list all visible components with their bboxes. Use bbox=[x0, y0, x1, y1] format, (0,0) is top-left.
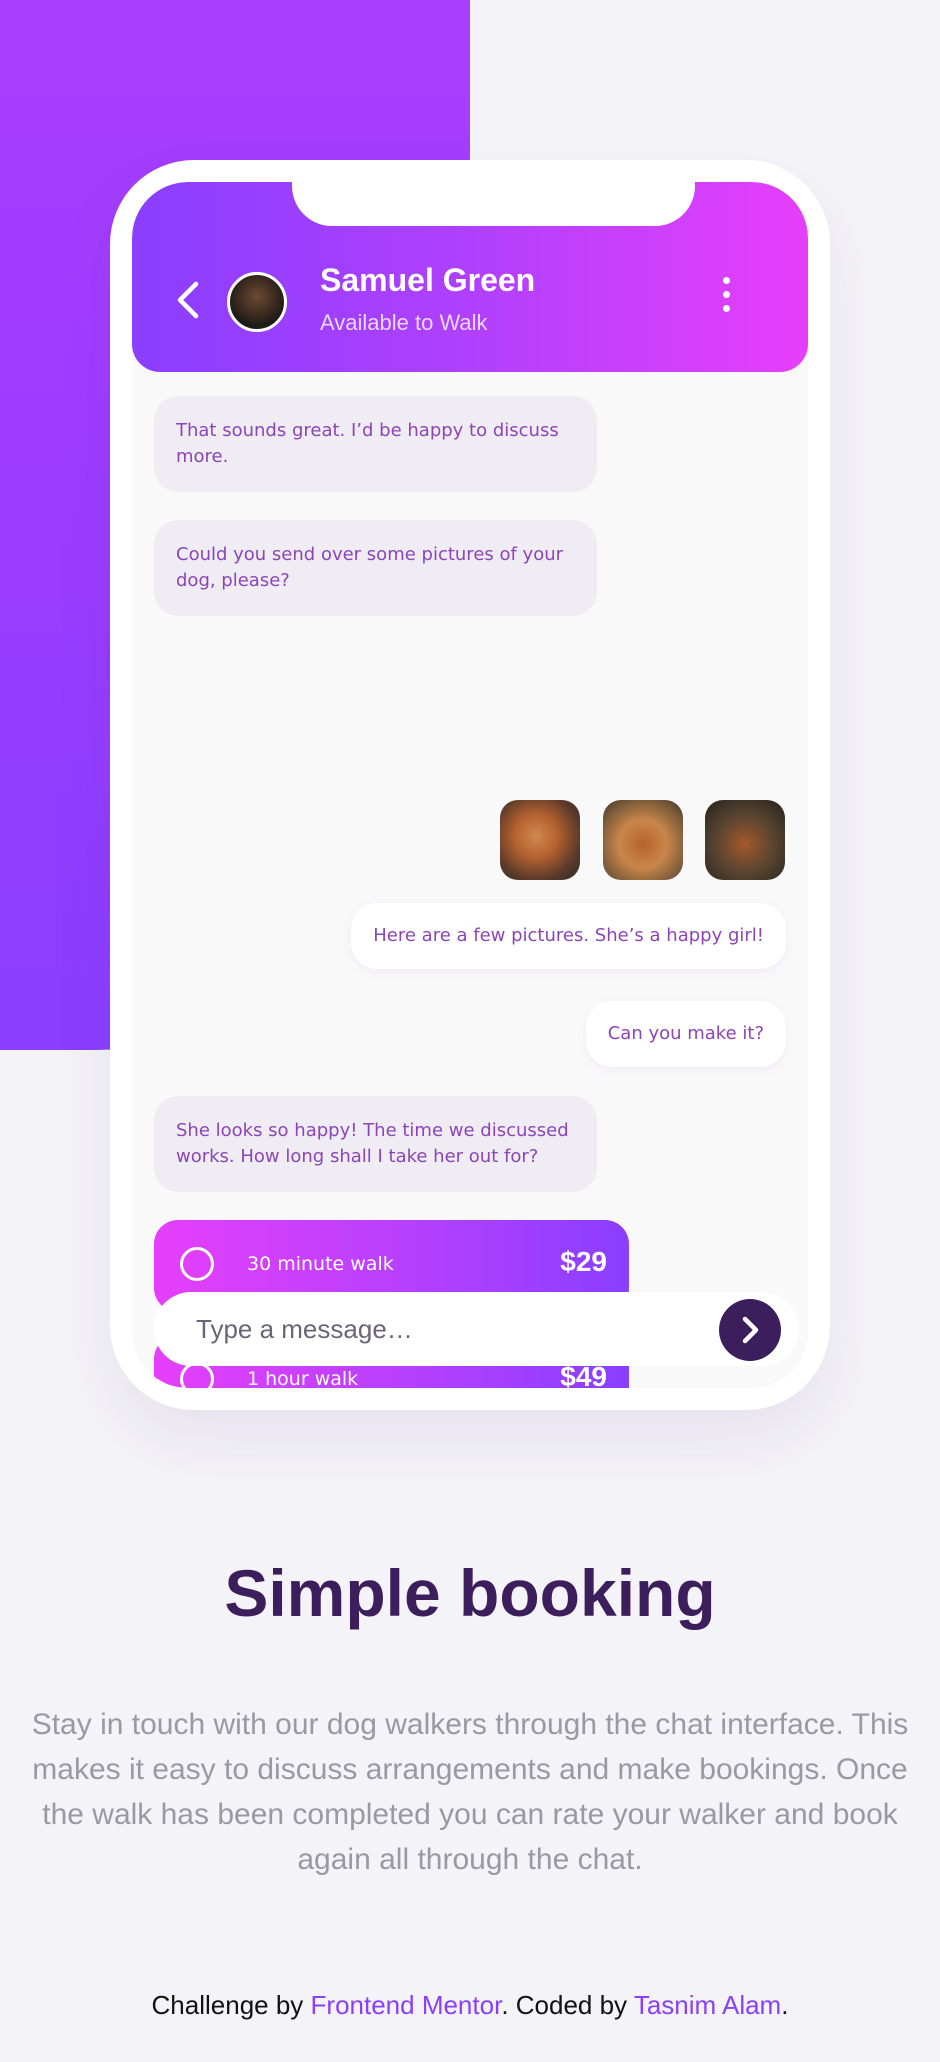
footer-middle: . Coded by bbox=[501, 1990, 634, 2020]
chevron-left-icon[interactable] bbox=[174, 280, 204, 320]
footer-suffix: . bbox=[781, 1990, 789, 2020]
more-vertical-icon[interactable] bbox=[722, 277, 732, 319]
message-bubble-incoming: She looks so happy! The time we discusse… bbox=[154, 1096, 597, 1192]
phone-mockup: Samuel Green Available to Walk That soun… bbox=[110, 160, 830, 1410]
section-title: Simple booking bbox=[224, 1556, 716, 1630]
message-input[interactable] bbox=[194, 1308, 678, 1350]
option-label: 1 hour walk bbox=[247, 1368, 359, 1388]
phone-notch bbox=[292, 182, 695, 226]
dog-photo-1[interactable] bbox=[500, 800, 580, 880]
section-description: Stay in touch with our dog walkers throu… bbox=[31, 1708, 909, 1876]
option-price: $29 bbox=[560, 1246, 607, 1277]
contact-status: Available to Walk bbox=[320, 310, 488, 335]
footer-prefix: Challenge by bbox=[151, 1990, 311, 2020]
chevron-right-icon bbox=[742, 1316, 759, 1344]
message-bubble-incoming: That sounds great. I’d be happy to discu… bbox=[154, 396, 597, 492]
frontend-mentor-link[interactable]: Frontend Mentor bbox=[311, 1990, 502, 2020]
message-bubble-outgoing: Can you make it? bbox=[585, 1001, 786, 1067]
dog-photo-3[interactable] bbox=[705, 800, 785, 880]
option-label: 30 minute walk bbox=[247, 1253, 394, 1275]
dog-photo-2[interactable] bbox=[603, 800, 683, 880]
author-link[interactable]: Tasnim Alam bbox=[634, 1990, 781, 2020]
chat-screen: Samuel Green Available to Walk That soun… bbox=[132, 182, 808, 1388]
message-bubble-outgoing: Here are a few pictures. She’s a happy g… bbox=[351, 903, 786, 969]
contact-name: Samuel Green bbox=[320, 262, 536, 298]
send-button[interactable] bbox=[719, 1299, 781, 1361]
message-bubble-incoming: Could you send over some pictures of you… bbox=[154, 520, 597, 616]
message-input-bar bbox=[154, 1292, 799, 1366]
radio-circle-icon[interactable] bbox=[180, 1247, 214, 1281]
attribution-footer: Challenge by Frontend Mentor. Coded by T… bbox=[0, 1990, 940, 2021]
avatar bbox=[227, 272, 287, 332]
